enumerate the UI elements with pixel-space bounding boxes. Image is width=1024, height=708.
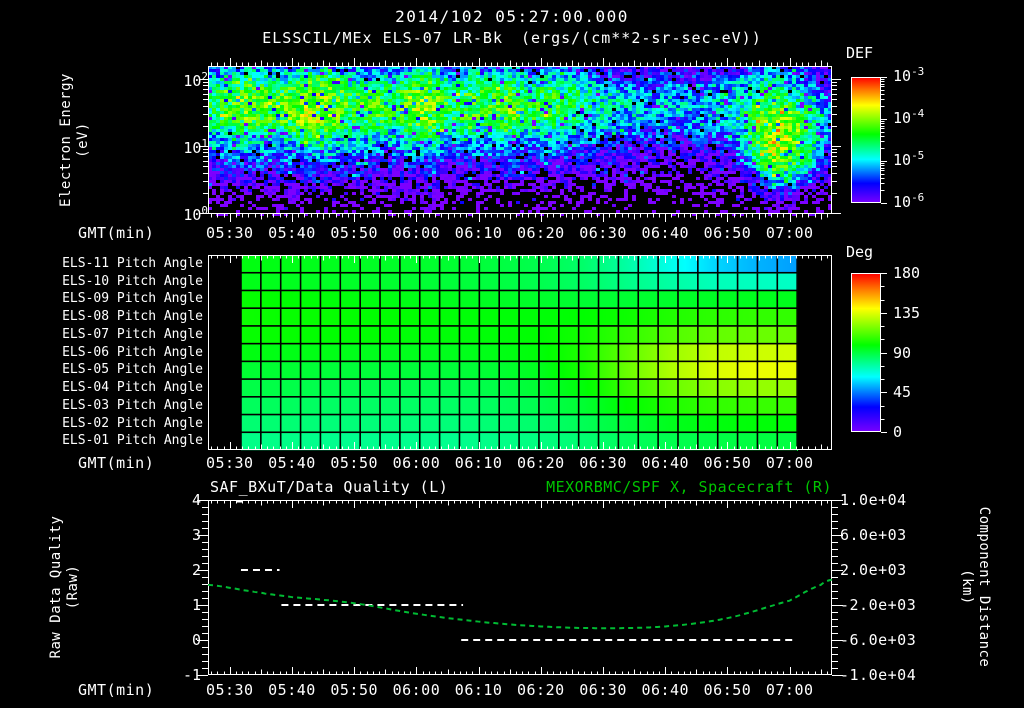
pitch-x-tick-label: 06:10 xyxy=(454,454,503,472)
right-axis-line1: Component Distance xyxy=(976,506,992,668)
deg-colorbar xyxy=(843,265,889,440)
spectrogram-x-tick-label: 06:10 xyxy=(454,224,503,242)
line-right-y-tick-label: 6.0e+03 xyxy=(840,526,907,544)
right-axis-line2: (km) xyxy=(959,569,975,605)
line-x-tick-label: 06:10 xyxy=(454,681,503,699)
spectrogram-gmt-label: GMT(min) xyxy=(78,224,155,242)
pitch-row-label: ELS-03 Pitch Angle xyxy=(62,397,203,413)
units-label: (ergs/(cm**2-sr-sec-eV)) xyxy=(521,29,762,47)
pitch-x-tick-label: 06:20 xyxy=(517,454,565,472)
def-colorbar-tick-label: 10-4 xyxy=(893,107,925,127)
line-plot-right-axis-label: Component Distance (km) xyxy=(953,477,997,697)
y-label-line2: (eV) xyxy=(75,122,91,158)
line-right-y-tick-label: 1.0e+04 xyxy=(840,491,907,509)
spectrogram-y-axis-label: Electron Energy (eV) xyxy=(40,58,110,222)
spectrogram-y-tick-label: 100 xyxy=(183,204,208,224)
line-right-y-tick-label: -1.0e+04 xyxy=(840,666,917,684)
line-x-tick-label: 05:30 xyxy=(205,681,254,699)
pitch-row-label: ELS-10 Pitch Angle xyxy=(62,273,203,289)
deg-colorbar-tick-label: 45 xyxy=(893,383,912,402)
spectrogram-x-tick-label: 06:00 xyxy=(392,224,441,242)
pitch-x-tick-label: 05:50 xyxy=(330,454,379,472)
line-x-tick-label: 05:50 xyxy=(330,681,379,699)
pitch-x-tick-label: 05:40 xyxy=(268,454,316,472)
line-left-y-tick-label: 3 xyxy=(191,526,201,544)
spectrogram-x-tick-label: 06:20 xyxy=(517,224,565,242)
line-right-y-tick-label: -2.0e+03 xyxy=(840,596,917,614)
deg-colorbar-tick-label: 180 xyxy=(893,264,921,282)
deg-colorbar-tick-label: 135 xyxy=(893,303,921,322)
line-x-tick-label: 06:50 xyxy=(703,681,752,699)
page-title-datetime: 2014/102 05:27:00.000 xyxy=(395,7,629,26)
line-left-y-tick-label: -1 xyxy=(182,666,201,684)
line-x-tick-label: 07:00 xyxy=(765,681,814,699)
pitch-x-tick-label: 06:00 xyxy=(392,454,441,472)
pitch-x-tick-label: 05:30 xyxy=(205,454,254,472)
pitch-gmt-label: GMT(min) xyxy=(78,454,155,472)
pitch-row-label: ELS-07 Pitch Angle xyxy=(62,326,203,342)
pitch-x-tick-label: 06:40 xyxy=(641,454,690,472)
pitch-row-label: ELS-04 Pitch Angle xyxy=(62,380,203,396)
pitch-row-label: ELS-02 Pitch Angle xyxy=(62,415,203,431)
deg-colorbar-tick-label: 90 xyxy=(893,343,912,362)
def-colorbar-tick-label: 10-6 xyxy=(893,191,925,211)
line-left-y-tick-label: 2 xyxy=(191,561,201,579)
line-left-y-tick-label: 4 xyxy=(191,491,201,509)
y-label-line1: Electron Energy xyxy=(58,73,74,207)
pitch-row-label: ELS-11 Pitch Angle xyxy=(62,256,203,271)
spectrogram-x-tick-label: 06:40 xyxy=(641,224,690,242)
line-left-y-tick-label: 0 xyxy=(191,631,201,649)
pitch-x-tick-label: 06:50 xyxy=(703,454,752,472)
pitch-row-label: ELS-05 Pitch Angle xyxy=(62,362,203,378)
spectrogram-x-tick-label: 05:50 xyxy=(330,224,379,242)
spectrogram-y-tick-label: 101 xyxy=(183,137,208,157)
line-x-tick-label: 05:40 xyxy=(268,681,316,699)
electron-energy-spectrogram xyxy=(196,54,844,226)
pitch-row-label: ELS-09 Pitch Angle xyxy=(62,291,203,307)
def-colorbar-tick-label: 10-3 xyxy=(893,65,925,85)
def-colorbar-title: DEF xyxy=(846,44,874,62)
plot-page: 2014/102 05:27:00.000 ELSSCIL/MEx ELS-07… xyxy=(0,0,1024,708)
line-x-tick-label: 06:20 xyxy=(517,681,565,699)
spectrogram-x-tick-label: 06:50 xyxy=(703,224,752,242)
def-colorbar-tick-label: 10-5 xyxy=(893,149,925,169)
spectrogram-x-tick-label: 05:30 xyxy=(205,224,254,242)
pitch-x-tick-label: 06:30 xyxy=(579,454,627,472)
deg-colorbar-tick-label: 0 xyxy=(893,423,903,441)
line-right-y-tick-label: 2.0e+03 xyxy=(840,561,907,579)
line-x-tick-label: 06:40 xyxy=(641,681,690,699)
pitch-row-label: ELS-01 Pitch Angle xyxy=(62,433,203,449)
deg-colorbar-title: Deg xyxy=(846,243,874,261)
line-left-y-tick-label: 1 xyxy=(191,596,201,614)
pitch-x-tick-label: 07:00 xyxy=(765,454,814,472)
instrument-name: ELSSCIL/MEx ELS-07 LR-Bk xyxy=(262,29,503,47)
left-axis-line1: Raw Data Quality xyxy=(48,515,64,659)
left-axis-line2: (Raw) xyxy=(65,564,81,610)
spectrogram-x-tick-label: 07:00 xyxy=(765,224,814,242)
spectrogram-x-tick-label: 06:30 xyxy=(579,224,627,242)
line-x-tick-label: 06:30 xyxy=(579,681,627,699)
pitch-angle-heatmap xyxy=(196,243,844,462)
quality-distance-line-plot xyxy=(196,488,844,687)
def-colorbar xyxy=(843,69,889,211)
line-right-y-tick-label: -6.0e+03 xyxy=(840,631,917,649)
spectrogram-y-tick-label: 102 xyxy=(183,70,208,90)
line-x-tick-label: 06:00 xyxy=(392,681,441,699)
line-plot-left-axis-label: Raw Data Quality (Raw) xyxy=(43,487,87,687)
pitch-row-label: ELS-08 Pitch Angle xyxy=(62,309,203,325)
pitch-row-label: ELS-06 Pitch Angle xyxy=(62,344,203,360)
spectrogram-x-tick-label: 05:40 xyxy=(268,224,316,242)
